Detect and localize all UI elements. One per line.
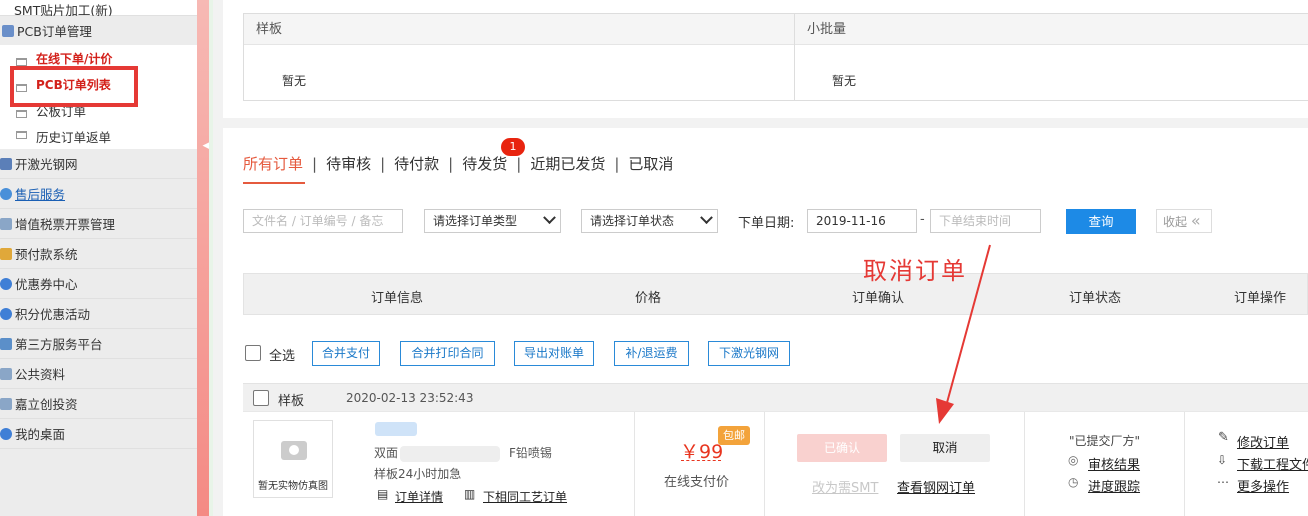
investment-icon: [0, 397, 12, 410]
sidebar-item-label: 积分优惠活动: [15, 307, 91, 322]
stencil-icon: [0, 157, 12, 170]
sidebar-item-after-sales[interactable]: 售后服务: [0, 179, 197, 209]
desktop-icon: [0, 427, 12, 440]
sidebar-item-label: 第三方服务平台: [15, 337, 103, 352]
document-icon: [16, 58, 27, 66]
sidebar-subitem-label: 在线下单/计价: [36, 51, 113, 66]
sidebar-item-investment[interactable]: 嘉立创投资: [0, 389, 197, 419]
invoice-icon: [0, 217, 12, 230]
highlight-box: [10, 66, 138, 107]
sidebar-item-label: 公共资料: [15, 367, 66, 382]
wallet-icon: [0, 247, 12, 260]
annotation-arrow: [936, 244, 991, 424]
sidebar: SMT贴片加工(新) PCB订单管理 在线下单/计价 PCB订单列表 公板订单 …: [0, 0, 197, 516]
sidebar-item-coupons[interactable]: 优惠券中心: [0, 269, 197, 299]
sidebar-item-points[interactable]: 积分优惠活动: [0, 299, 197, 329]
sidebar-item-label: 开激光钢网: [15, 157, 78, 172]
sidebar-item-desktop[interactable]: 我的桌面: [0, 419, 197, 449]
folder-icon: [2, 24, 14, 37]
service-icon: [0, 187, 12, 200]
sidebar-collapse-bar[interactable]: [197, 0, 209, 516]
sidebar-item-label: 售后服务: [15, 187, 66, 202]
points-icon: [0, 307, 12, 320]
sidebar-item-label: 嘉立创投资: [15, 397, 78, 412]
sidebar-item-label: 预付款系统: [15, 247, 78, 262]
document-icon: [0, 367, 12, 380]
sidebar-item-prepay[interactable]: 预付款系统: [0, 239, 197, 269]
document-icon: [16, 110, 27, 118]
sidebar-item-label: 我的桌面: [15, 427, 66, 442]
sidebar-item-third-party[interactable]: 第三方服务平台: [0, 329, 197, 359]
sidebar-item-label: 增值税票开票管理: [15, 217, 116, 232]
sidebar-item-laser-stencil[interactable]: 开激光钢网: [0, 149, 197, 179]
sidebar-filler: [0, 449, 197, 516]
sidebar-item-label: PCB订单管理: [17, 24, 92, 39]
sidebar-subitem-history[interactable]: 历史订单返单: [0, 123, 197, 149]
coupon-icon: [0, 277, 12, 290]
sidebar-item-smt[interactable]: SMT贴片加工(新): [0, 0, 197, 18]
sidebar-item-label: 优惠券中心: [15, 277, 78, 292]
sidebar-item-pcb-orders[interactable]: PCB订单管理: [0, 16, 197, 46]
sidebar-item-public-data[interactable]: 公共资料: [0, 359, 197, 389]
document-icon: [16, 131, 27, 139]
main-content: 样板 小批量 暂无 暂无 所有订单 | 待审核 | 待付款 | 待发货 | 近期…: [213, 0, 1308, 516]
sidebar-subitem-label: 历史订单返单: [36, 129, 112, 145]
platform-icon: [0, 337, 12, 350]
sidebar-item-invoice[interactable]: 增值税票开票管理: [0, 209, 197, 239]
